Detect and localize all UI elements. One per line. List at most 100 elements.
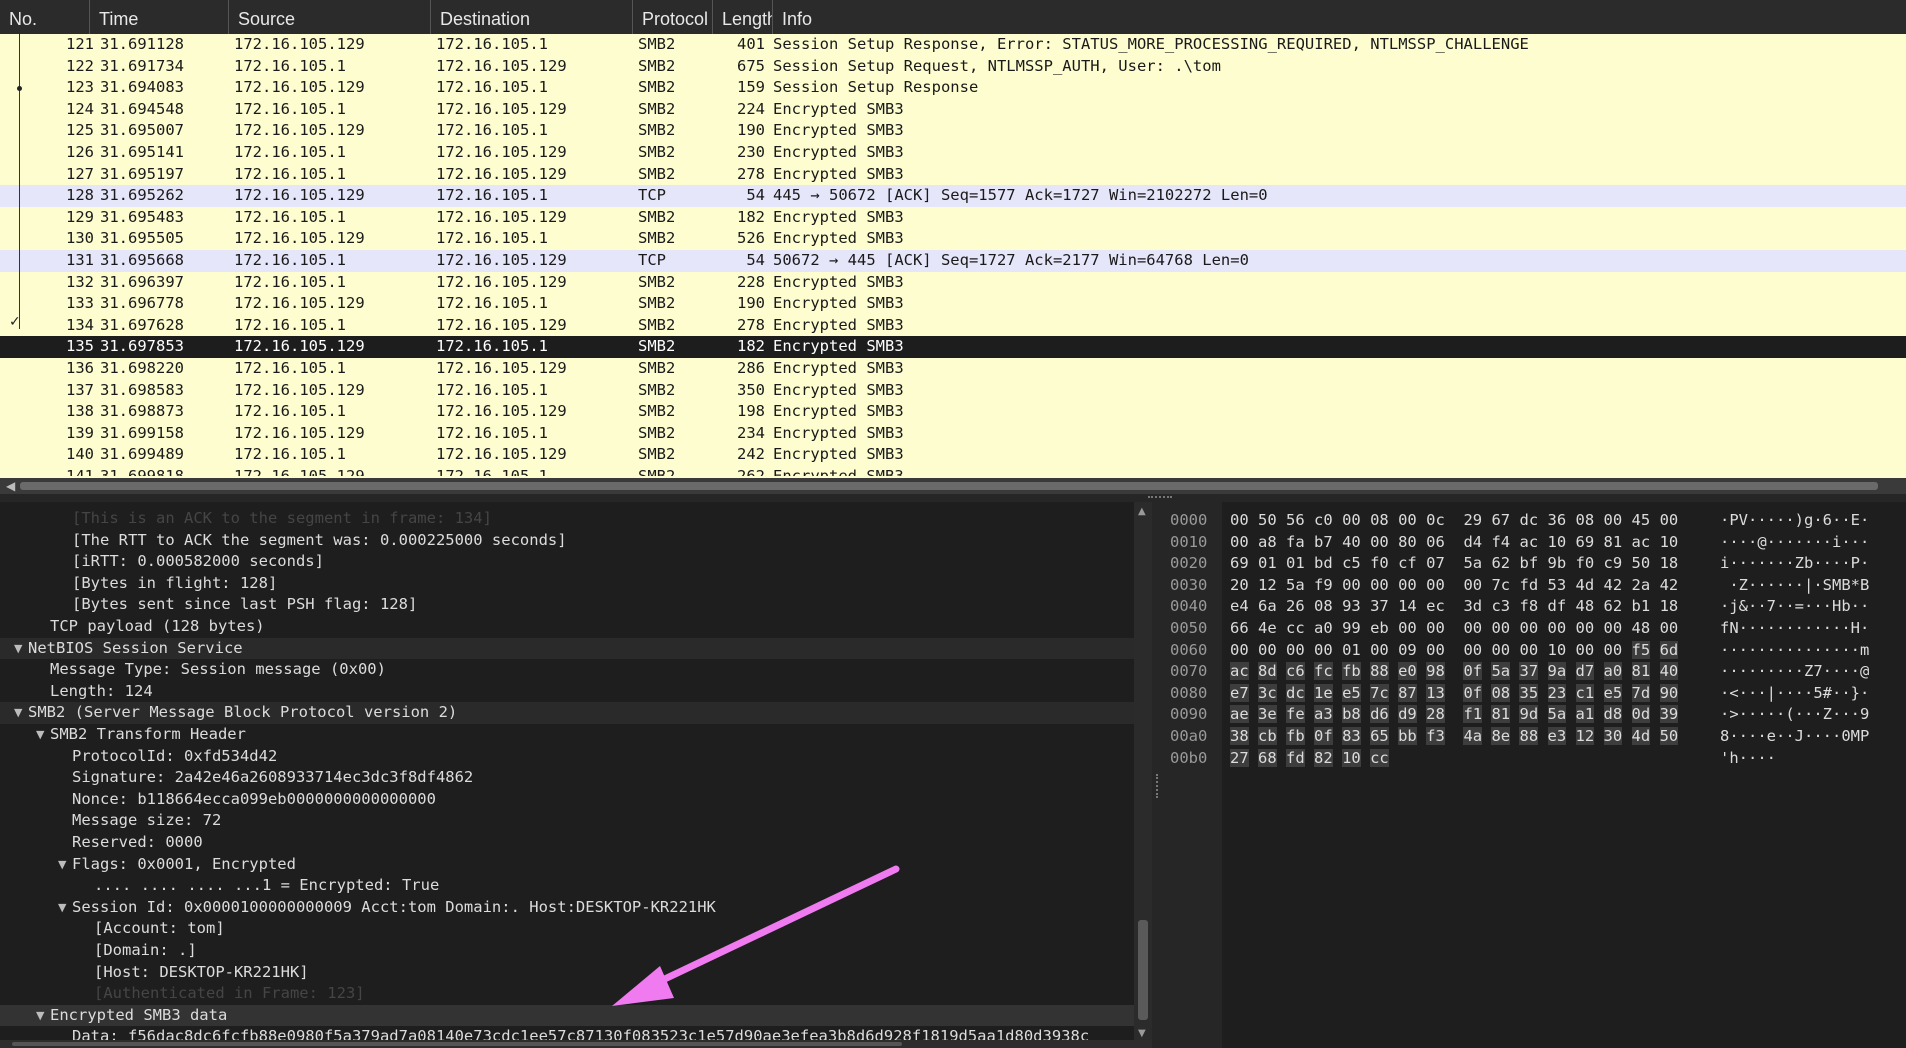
byte-ascii-row[interactable]: ····@·······i··· bbox=[1720, 532, 1869, 554]
byte-hex[interactable]: 00 bbox=[1314, 641, 1333, 659]
byte-hex[interactable]: 00 bbox=[1342, 511, 1361, 529]
column-header-length[interactable]: Length bbox=[713, 0, 773, 34]
byte-hex[interactable]: 00 bbox=[1342, 576, 1361, 594]
byte-ascii-row[interactable]: 'h···· bbox=[1720, 748, 1776, 770]
byte-hex[interactable]: ac bbox=[1230, 662, 1249, 681]
byte-hex[interactable]: 6d bbox=[1659, 640, 1679, 659]
byte-ascii-row[interactable]: ·PV·····)g·6··E· bbox=[1720, 510, 1869, 532]
packet-row[interactable]: 140 31.699489 172.16.105.1 172.16.105.129 SM… bbox=[0, 444, 1906, 466]
byte-hex[interactable]: 20 bbox=[1230, 576, 1249, 594]
byte-hex[interactable]: f8 bbox=[1519, 597, 1538, 615]
byte-hex[interactable]: d6 bbox=[1370, 705, 1389, 724]
byte-hex[interactable]: 1e bbox=[1314, 683, 1333, 702]
byte-hex[interactable]: 35 bbox=[1519, 683, 1539, 702]
byte-hex[interactable]: 18 bbox=[1660, 554, 1679, 572]
byte-hex[interactable]: f9 bbox=[1314, 576, 1333, 594]
byte-hex[interactable]: 23 bbox=[1547, 683, 1567, 702]
byte-hex[interactable]: 36 bbox=[1548, 511, 1567, 529]
byte-hex[interactable]: 7c bbox=[1370, 683, 1389, 702]
byte-hex[interactable]: 4a bbox=[1463, 727, 1483, 745]
expand-triangle-down-icon[interactable]: ▼ bbox=[36, 724, 50, 746]
byte-hex[interactable]: 07 bbox=[1426, 554, 1445, 572]
byte-hex[interactable]: bd bbox=[1314, 554, 1333, 572]
byte-hex[interactable]: 66 bbox=[1230, 619, 1249, 637]
byte-hex-row[interactable]: 00 50 56 c0 00 08 00 0c 29 67 dc 36 08 0… bbox=[1230, 510, 1678, 532]
detail-row[interactable]: ▼ SMB2 Transform Header bbox=[0, 724, 1134, 746]
byte-hex[interactable]: cf bbox=[1398, 554, 1417, 572]
byte-hex[interactable]: 00 bbox=[1398, 576, 1417, 594]
byte-hex[interactable]: 80 bbox=[1398, 533, 1417, 551]
detail-row[interactable]: [Account: tom] bbox=[0, 918, 1134, 940]
byte-hex[interactable]: 83 bbox=[1342, 727, 1361, 745]
byte-hex[interactable]: 00 bbox=[1370, 576, 1389, 594]
details-hscroll-thumb[interactable] bbox=[12, 1042, 902, 1046]
byte-hex[interactable]: 65 bbox=[1370, 727, 1389, 745]
detail-row[interactable]: ▼ SMB2 (Server Message Block Protocol ver… bbox=[0, 702, 1134, 724]
byte-hex[interactable]: 69 bbox=[1576, 533, 1595, 551]
byte-hex[interactable]: 53 bbox=[1548, 576, 1567, 594]
byte-hex[interactable]: 81 bbox=[1604, 533, 1623, 551]
byte-hex[interactable]: 8d bbox=[1258, 662, 1277, 681]
byte-hex[interactable]: 3c bbox=[1258, 683, 1277, 702]
byte-hex[interactable]: 38 bbox=[1230, 727, 1249, 745]
vscroll-thumb[interactable] bbox=[1138, 920, 1148, 1020]
byte-hex[interactable]: 12 bbox=[1258, 576, 1277, 594]
byte-ascii-row[interactable]: 8····e··J····0MP bbox=[1720, 726, 1869, 748]
byte-hex[interactable]: b8 bbox=[1342, 705, 1361, 724]
byte-hex[interactable]: dc bbox=[1286, 683, 1305, 702]
byte-hex[interactable]: 00 bbox=[1286, 641, 1305, 659]
byte-hex-row[interactable]: ac 8d c6 fc fb 88 e0 98 0f 5a 37 9a d7 a… bbox=[1230, 661, 1679, 683]
byte-hex[interactable]: fd bbox=[1519, 576, 1538, 594]
byte-hex[interactable]: fd bbox=[1286, 748, 1305, 767]
byte-hex[interactable]: 81 bbox=[1631, 662, 1651, 681]
byte-hex[interactable]: c3 bbox=[1491, 597, 1510, 615]
packet-row[interactable]: 129 31.695483 172.16.105.1 172.16.105.129 SM… bbox=[0, 207, 1906, 229]
byte-hex[interactable]: 00 bbox=[1230, 533, 1249, 551]
byte-hex[interactable]: 00 bbox=[1426, 641, 1445, 659]
byte-ascii-row[interactable]: ·Z······|·SMB*B bbox=[1720, 575, 1869, 597]
column-header-no[interactable]: No. bbox=[0, 0, 90, 34]
byte-hex[interactable]: 00 bbox=[1576, 641, 1595, 659]
hscroll-thumb[interactable] bbox=[20, 482, 1878, 490]
byte-hex[interactable]: 39 bbox=[1659, 705, 1679, 724]
byte-hex[interactable]: 00 bbox=[1660, 511, 1679, 529]
details-vscrollbar[interactable]: ▲ ▼ bbox=[1134, 502, 1152, 1048]
pane-splitter-vertical[interactable] bbox=[1152, 502, 1162, 1048]
byte-hex[interactable]: 00 bbox=[1576, 619, 1595, 637]
byte-hex[interactable]: 00 bbox=[1398, 619, 1417, 637]
byte-hex[interactable]: 09 bbox=[1398, 641, 1417, 659]
byte-hex[interactable]: 4d bbox=[1576, 576, 1595, 594]
byte-hex[interactable]: 5a bbox=[1463, 554, 1482, 572]
byte-hex[interactable]: 08 bbox=[1314, 597, 1333, 615]
byte-hex[interactable]: 5a bbox=[1491, 662, 1511, 681]
byte-hex[interactable]: 01 bbox=[1286, 554, 1305, 572]
detail-row[interactable]: [Domain: .] bbox=[0, 940, 1134, 962]
byte-ascii-row[interactable]: ·j&··7··=···Hb·· bbox=[1720, 596, 1869, 618]
detail-row[interactable]: [Authenticated in Frame: 123] bbox=[0, 983, 1134, 1005]
detail-row[interactable]: Length: 124 bbox=[0, 681, 1134, 703]
byte-hex[interactable]: 29 bbox=[1463, 511, 1482, 529]
byte-hex[interactable]: 5a bbox=[1286, 576, 1305, 594]
byte-ascii-row[interactable]: ·········Z7····@ bbox=[1720, 661, 1869, 683]
byte-hex[interactable]: f4 bbox=[1491, 533, 1510, 551]
byte-hex[interactable]: 10 bbox=[1548, 533, 1567, 551]
byte-ascii-row[interactable]: ···············m bbox=[1720, 640, 1869, 662]
byte-ascii-row[interactable]: i·······Zb····P· bbox=[1720, 553, 1869, 575]
detail-row[interactable]: Message Type: Session message (0x00) bbox=[0, 659, 1134, 681]
detail-row[interactable]: ProtocolId: 0xfd534d42 bbox=[0, 746, 1134, 768]
packet-row[interactable]: 134 31.697628 172.16.105.1 172.16.105.129 SM… bbox=[0, 315, 1906, 337]
pane-splitter-horizontal[interactable] bbox=[0, 494, 1906, 502]
byte-hex[interactable]: f0 bbox=[1370, 554, 1389, 572]
expand-triangle-down-icon[interactable]: ▼ bbox=[14, 702, 28, 724]
byte-hex[interactable]: 08 bbox=[1576, 511, 1595, 529]
byte-hex[interactable]: 00 bbox=[1548, 619, 1567, 637]
byte-hex[interactable]: 0f bbox=[1463, 662, 1483, 681]
byte-hex[interactable]: 00 bbox=[1519, 641, 1538, 659]
detail-row[interactable]: ▼ NetBIOS Session Service bbox=[0, 637, 1134, 660]
packet-row[interactable]: 124 31.694548 172.16.105.1 172.16.105.129 SM… bbox=[0, 99, 1906, 121]
byte-hex[interactable]: 6a bbox=[1258, 597, 1277, 615]
byte-ascii-row[interactable]: ·<···|····5#··}· bbox=[1720, 683, 1869, 705]
byte-hex[interactable]: 10 bbox=[1342, 748, 1361, 767]
byte-hex[interactable]: 08 bbox=[1491, 683, 1511, 702]
byte-hex[interactable]: bf bbox=[1519, 554, 1538, 572]
